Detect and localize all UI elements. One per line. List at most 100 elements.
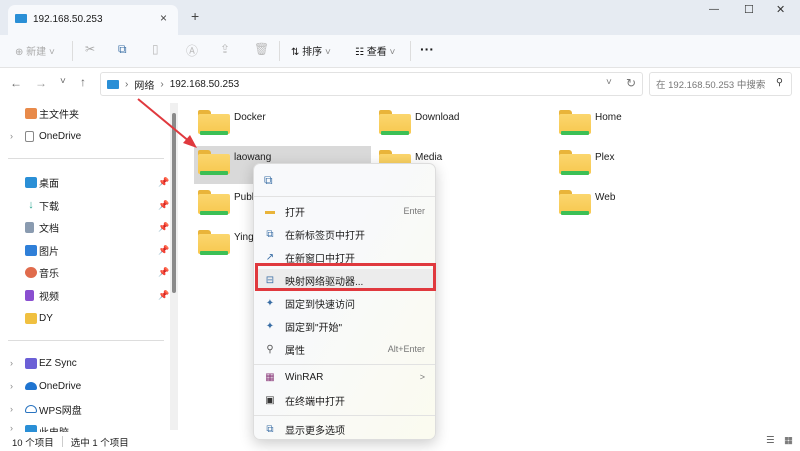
pin-icon[interactable]: 📌 [158,290,169,301]
ez-sync-icon [25,357,37,369]
wrench-icon: ⚲ [266,343,274,355]
expand-chevron-icon[interactable]: › [10,404,13,414]
selected-count: 选中 1 个项目 [70,437,129,449]
computer-icon [25,425,37,432]
menu-item[interactable]: ▦ WinRAR > [258,366,433,388]
sidebar-item-dy[interactable]: DY [0,308,170,328]
menu-item[interactable]: ▣ 在终端中打开 [258,389,433,411]
sidebar-item-pictures[interactable]: 图片 📌 [0,240,170,260]
view-button[interactable]: ☷ 查看 ˅ [355,43,395,58]
divider [254,415,435,416]
winrar-icon: ▦ [265,371,275,383]
pin-icon: ✦ [265,297,275,309]
menu-item-label: 固定到快速访问 [285,299,355,311]
file-name[interactable]: laowang [234,152,271,163]
file-name[interactable]: Media [415,152,442,163]
search-input[interactable]: 在 192.168.50.253 中搜索 ⚲ [649,72,792,96]
breadcrumb-network[interactable]: 网络 [134,77,154,92]
sidebar-item-music[interactable]: 音乐 📌 [0,262,170,282]
breadcrumb-host[interactable]: 192.168.50.253 [170,79,240,90]
breadcrumb-separator: › [160,78,164,90]
menu-item[interactable]: ⧉ 在新标签页中打开 [258,223,433,245]
close-tab-icon[interactable]: × [160,11,167,25]
copy-icon[interactable]: ⧉ [264,173,273,188]
sort-button[interactable]: ⇅ 排序 ˅ [291,43,331,58]
breadcrumb-separator: › [125,78,129,90]
tiles-view-icon[interactable]: ▦ [784,435,793,446]
sidebar-item-desktop[interactable]: 桌面 📌 [0,172,170,192]
delete-icon[interactable]: 🗑 [254,42,269,56]
pin-icon[interactable]: 📌 [158,267,169,278]
sidebar-item-onedrive[interactable]: › OneDrive [0,126,170,146]
close-button[interactable]: ✕ [776,3,785,16]
new-button[interactable]: ⊕ 新建 ˅ [15,43,55,58]
expand-chevron-icon[interactable]: › [10,423,13,432]
address-bar[interactable]: › 网络 › 192.168.50.253 ˅ ↻ [100,72,643,96]
sidebar-item-ez-sync[interactable]: › EZ Sync [0,353,170,373]
rename-icon[interactable]: Ⓐ [186,42,198,59]
recent-chevron-icon[interactable]: ˅ [60,76,66,87]
sidebar-item-this-pc[interactable]: › 此电脑 [0,421,170,432]
network-folder-icon[interactable] [559,110,591,136]
network-folder-icon[interactable] [198,150,230,176]
paste-icon[interactable]: ▯ [152,42,159,56]
new-tab-button[interactable]: + [191,8,199,24]
menu-shortcut: Alt+Enter [387,344,425,354]
network-folder-icon[interactable] [198,230,230,256]
network-folder-icon[interactable] [559,190,591,216]
sidebar-item-videos[interactable]: 视频 📌 [0,285,170,305]
file-name[interactable]: Ying [234,232,254,243]
network-folder-icon[interactable] [198,190,230,216]
network-folder-icon[interactable] [379,110,411,136]
menu-item[interactable]: ▬ 打开 Enter [258,200,433,222]
search-placeholder: 在 192.168.50.253 中搜索 [656,80,766,91]
forward-icon[interactable]: → [35,76,47,90]
file-name[interactable]: Home [595,112,622,123]
file-name[interactable]: Plex [595,152,614,163]
expand-chevron-icon[interactable]: › [10,358,13,368]
pin-icon[interactable]: 📌 [158,245,169,256]
expand-chevron-icon[interactable]: › [10,131,13,141]
pin-icon: ✦ [265,320,275,332]
sidebar-item-documents[interactable]: 文档 📌 [0,217,170,237]
menu-item[interactable]: ⚲ 属性 Alt+Enter [258,338,433,360]
details-view-icon[interactable]: ☰ [766,435,775,446]
refresh-icon[interactable]: ↻ [626,76,636,90]
sidebar-item-downloads[interactable]: ↓ 下载 📌 [0,195,170,215]
network-folder-icon[interactable] [559,150,591,176]
more-options-button[interactable]: ··· [420,41,434,57]
sidebar-item-wps[interactable]: › WPS网盘 [0,399,170,419]
address-dropdown-icon[interactable]: ˅ [606,77,612,88]
menu-item[interactable]: ✦ 固定到"开始" [258,315,433,337]
file-name[interactable]: Publ [234,192,254,203]
file-name[interactable]: Docker [234,112,266,123]
sidebar-item-home[interactable]: 主文件夹 [0,103,170,123]
file-name[interactable]: Web [595,192,615,203]
up-icon[interactable]: ↑ [80,75,86,89]
maximize-button[interactable]: ☐ [744,3,754,16]
network-folder-icon[interactable] [198,110,230,136]
pictures-icon [25,244,37,256]
tab-active[interactable]: 192.168.50.253 × [8,5,178,35]
download-icon: ↓ [28,198,34,211]
folder-icon: ▬ [265,205,275,217]
command-bar: ⊕ 新建 ˅ ✂ ⧉ ▯ Ⓐ ⇪ 🗑 ⇅ 排序 ˅ ☷ 查看 ˅ ··· [0,35,800,68]
share-icon[interactable]: ⇪ [220,42,230,56]
sidebar-label: 图片 [39,246,59,258]
menu-item[interactable]: ✦ 固定到快速访问 [258,292,433,314]
minimize-button[interactable]: — [709,4,719,15]
menu-shortcut: Enter [403,206,425,216]
copy-icon[interactable]: ⧉ [118,42,127,57]
back-icon[interactable]: ← [10,76,22,90]
pin-icon[interactable]: 📌 [158,200,169,211]
expand-chevron-icon[interactable]: › [10,381,13,391]
cut-icon[interactable]: ✂ [85,42,95,56]
scrollbar-thumb[interactable] [172,113,176,293]
context-menu: ⧉ ▬ 打开 Enter ⧉ 在新标签页中打开 ↗ 在新窗口中打开 ⊟ 映射网络驱动器... ✦ 固… [253,163,436,440]
desktop-icon [25,176,37,188]
pin-icon[interactable]: 📌 [158,222,169,233]
pin-icon[interactable]: 📌 [158,177,169,188]
item-count: 10 个项目 [12,437,54,449]
sidebar-item-onedrive-personal[interactable]: › OneDrive [0,376,170,396]
file-name[interactable]: Download [415,112,459,123]
